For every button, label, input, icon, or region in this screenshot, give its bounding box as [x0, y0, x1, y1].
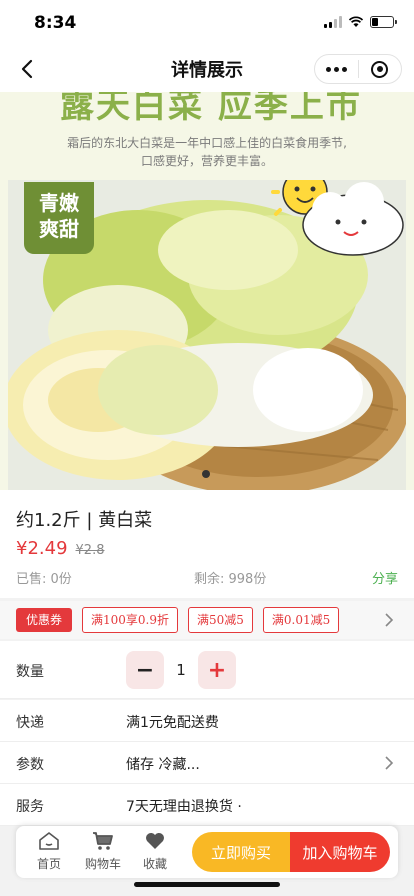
coupon-item[interactable]: 满0.01减5 [262, 607, 340, 633]
bottom-action-bar: 首页 购物车 收藏 立即购买 加入购物车 [16, 826, 398, 878]
tab-cart[interactable]: 购物车 [78, 830, 128, 872]
remaining-stock: 剩余: 998份 [194, 572, 267, 587]
product-image-carousel[interactable]: 露天白菜 应季上市 霜后的东北大白菜是一年中口感上佳的白菜食用季节, 口感更好，… [0, 92, 414, 490]
increase-quantity-button[interactable]: + [198, 651, 236, 689]
decrease-quantity-button[interactable]: − [126, 651, 164, 689]
share-button[interactable]: 分享 [372, 568, 398, 587]
product-info: 约1.2斤 | 黄白菜 ¥2.49 ¥2.8 已售: 0份 剩余: 998份 分… [0, 490, 414, 598]
battery-icon [370, 16, 397, 28]
add-to-cart-button[interactable]: 加入购物车 [290, 832, 390, 872]
wifi-icon [348, 16, 364, 27]
shipping-row: 快递 满1元免配送费 [0, 700, 414, 742]
quantity-label: 数量 [16, 664, 44, 680]
nav-bar: 详情展示 [0, 46, 414, 92]
chevron-right-icon [385, 756, 394, 770]
status-bar: 8:34 [0, 0, 414, 46]
close-miniprogram-button[interactable] [359, 55, 402, 83]
tab-cart-label: 购物车 [84, 857, 121, 871]
home-icon [37, 830, 61, 852]
coupon-row[interactable]: 优惠券 满100享0.9折 满50减5 满0.01减5 [0, 601, 414, 639]
quantity-stepper: − 1 + [126, 651, 236, 689]
service-row: 服务 7天无理由退换货 · [0, 784, 414, 826]
page-title: 详情展示 [171, 60, 243, 81]
hero-subtitle-line2: 口感更好，营养更丰富。 [140, 154, 273, 168]
product-title: 约1.2斤 | 黄白菜 [16, 510, 153, 531]
badge-line1: 青嫩 [39, 191, 79, 215]
sold-count: 已售: 0份 [16, 572, 72, 587]
coupon-item[interactable]: 满50减5 [188, 607, 253, 633]
mini-program-capsule [314, 54, 402, 84]
shipping-value: 满1元免配送费 [126, 715, 219, 731]
quantity-row: 数量 − 1 + [0, 641, 414, 699]
back-button[interactable] [14, 56, 40, 82]
hero-headline: 露天白菜 应季上市 [60, 92, 362, 126]
service-value: 7天无理由退换货 · [126, 799, 242, 815]
close-circle-icon [371, 60, 389, 78]
price-row: ¥2.49 ¥2.8 [16, 538, 104, 559]
params-label: 参数 [16, 757, 44, 773]
coupon-item[interactable]: 满100享0.9折 [82, 607, 179, 633]
service-label: 服务 [16, 799, 44, 815]
hero-subtitle-line1: 霜后的东北大白菜是一年中口感上佳的白菜食用季节, [67, 136, 347, 150]
shipping-label: 快递 [16, 715, 44, 731]
tab-home[interactable]: 首页 [24, 830, 74, 872]
tab-favorite[interactable]: 收藏 [130, 830, 180, 872]
cart-icon [91, 830, 115, 852]
signal-icon [324, 16, 342, 28]
status-time: 8:34 [34, 13, 77, 33]
params-row[interactable]: 参数 储存 冷藏... [0, 742, 414, 784]
badge-line2: 爽甜 [39, 217, 79, 241]
tab-favorite-label: 收藏 [142, 857, 167, 871]
home-indicator [134, 882, 280, 887]
current-price: ¥2.49 [16, 538, 68, 559]
original-price: ¥2.8 [75, 543, 105, 558]
chevron-right-icon [385, 613, 394, 627]
coupon-label: 优惠券 [16, 608, 73, 632]
carousel-indicator-dot [202, 470, 210, 478]
more-button[interactable] [315, 55, 358, 83]
params-value: 储存 冷藏... [126, 757, 200, 773]
quantity-value: 1 [176, 661, 186, 679]
chevron-left-icon [21, 59, 33, 79]
buy-now-button[interactable]: 立即购买 [192, 832, 290, 872]
more-icon [325, 66, 347, 72]
tab-home-label: 首页 [36, 857, 61, 871]
status-icons [324, 16, 397, 28]
battery-fill [372, 18, 378, 26]
heart-icon [143, 830, 167, 852]
product-badge: 青嫩 爽甜 [24, 182, 94, 254]
